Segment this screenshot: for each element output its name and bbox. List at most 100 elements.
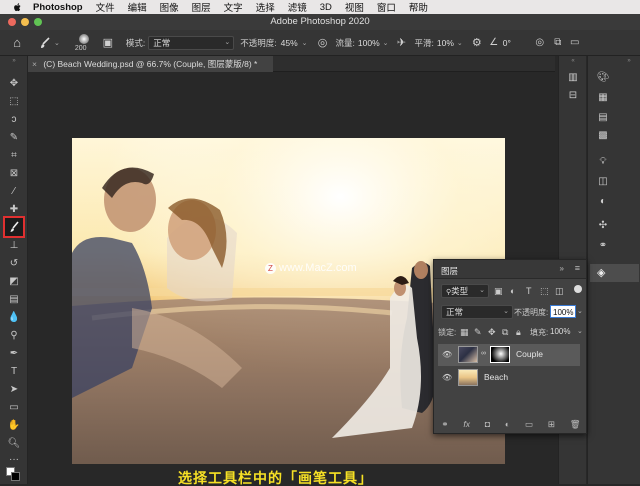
eraser-tool-icon[interactable]: ◩ (5, 274, 23, 289)
brush-tool-icon[interactable] (3, 216, 25, 238)
gradient-tool-icon[interactable]: ▤ (5, 292, 23, 307)
menu-window[interactable]: 窗口 (377, 0, 396, 14)
panel-toggle-icon[interactable]: ▭ (569, 37, 581, 48)
eye-icon[interactable]: 👁︎ (442, 373, 452, 383)
brush-size-picker[interactable]: 200 (72, 31, 96, 55)
mode-dropdown[interactable]: 正常 ⌄ (148, 35, 235, 50)
chevron-down-icon[interactable]: ⌄ (457, 39, 463, 47)
pen-tool-icon[interactable]: ✒ (5, 346, 23, 361)
chevron-down-icon[interactable]: ⌄ (383, 39, 389, 47)
tool-preset-picker[interactable]: ⌄ (38, 36, 60, 50)
filter-toggle-icon[interactable] (574, 285, 582, 293)
lock-all-icon[interactable]: 🔒︎ (516, 327, 521, 338)
quick-select-tool-icon[interactable]: ✎ (5, 130, 23, 145)
smooth-field[interactable]: 10% (437, 38, 454, 48)
eye-icon[interactable]: 👁︎ (442, 350, 452, 360)
opacity-field[interactable]: 45% (281, 38, 298, 48)
chevron-down-icon[interactable]: ⌄ (302, 39, 308, 47)
gradients-panel-icon[interactable]: ▤ (596, 112, 610, 126)
close-window-button[interactable] (8, 18, 16, 26)
layer-row-couple[interactable]: 👁︎ ∞ Couple (438, 344, 580, 366)
adjustments-panel-icon[interactable]: ◐ (596, 196, 610, 210)
new-group-icon[interactable]: ▭ (525, 419, 533, 430)
add-mask-icon[interactable]: ◘ (485, 419, 490, 429)
libraries-panel-icon[interactable]: ◫ (596, 176, 610, 190)
crop-tool-icon[interactable]: ⌗ (5, 148, 23, 163)
history-brush-tool-icon[interactable]: ↺ (5, 256, 23, 271)
eyedropper-tool-icon[interactable]: ⁄ (5, 184, 23, 199)
menu-select[interactable]: 选择 (256, 0, 275, 14)
new-layer-icon[interactable]: ⊞ (548, 419, 555, 430)
collapse-panel-icon[interactable]: » (560, 264, 564, 273)
filter-smart-object-icon[interactable]: ◫ (555, 286, 564, 297)
filter-adjustment-icon[interactable]: ◐ (510, 286, 515, 296)
menu-edit[interactable]: 编辑 (128, 0, 147, 14)
layer-row-beach[interactable]: 👁︎ Beach (438, 367, 580, 389)
marquee-tool-icon[interactable]: ⬚ (5, 94, 23, 109)
clone-stamp-tool-icon[interactable]: ⊥ (5, 238, 23, 253)
menu-help[interactable]: 帮助 (409, 0, 428, 14)
layer-mask-thumbnail[interactable] (490, 346, 510, 363)
layer-thumbnail[interactable] (458, 369, 478, 386)
filter-shape-icon[interactable]: ⬚ (540, 286, 549, 297)
menu-view[interactable]: 视图 (345, 0, 364, 14)
panel-menu-icon[interactable]: ≡ (575, 263, 580, 273)
angle-field[interactable]: 0° (503, 38, 529, 48)
menu-type[interactable]: 文字 (224, 0, 243, 14)
more-tools-icon[interactable]: ··· (5, 452, 23, 467)
apple-icon[interactable] (12, 2, 23, 13)
layer-opacity-field[interactable]: 100% (550, 305, 577, 318)
frame-tool-icon[interactable]: ⊠ (5, 166, 23, 181)
link-icon[interactable]: ∞ (481, 350, 486, 357)
properties-panel-icon[interactable]: ⊟ (566, 90, 580, 104)
chevron-down-icon[interactable]: ⌄ (577, 327, 583, 335)
lock-artboard-icon[interactable]: ⧉ (502, 327, 508, 338)
layer-thumbnail[interactable] (458, 346, 478, 363)
airbrush-icon[interactable]: ✈ (393, 36, 411, 49)
minimize-window-button[interactable] (21, 18, 29, 26)
type-tool-icon[interactable]: T (5, 364, 23, 379)
menu-image[interactable]: 图像 (160, 0, 179, 14)
flow-field[interactable]: 100% (358, 38, 380, 48)
rectangle-tool-icon[interactable]: ▭ (5, 400, 23, 415)
patterns-panel-icon[interactable]: ▩ (596, 130, 610, 144)
path-selection-tool-icon[interactable]: ➤ (5, 382, 23, 397)
layers-panel-tab[interactable]: ◈ (590, 264, 639, 282)
collapse-dock-icon[interactable]: » (622, 58, 636, 72)
document-tab[interactable]: × (C) Beach Wedding.psd @ 66.7% (Couple,… (28, 56, 273, 72)
fill-field[interactable]: 100% (550, 327, 570, 336)
menu-file[interactable]: 文件 (96, 0, 115, 14)
collapse-strip-icon[interactable]: « (566, 58, 580, 72)
menu-3d[interactable]: 3D (320, 2, 332, 13)
trash-icon[interactable]: 🗑︎ (570, 419, 581, 430)
lasso-tool-icon[interactable]: ↄ (5, 112, 23, 127)
zoom-tool-icon[interactable]: 🔍︎ (5, 436, 23, 451)
healing-brush-tool-icon[interactable]: ✚ (5, 202, 23, 217)
pressure-size-icon[interactable]: ◎ (533, 37, 547, 48)
history-panel-icon[interactable]: ▥ (566, 72, 580, 86)
hand-tool-icon[interactable]: ✋ (5, 418, 23, 433)
channels-panel-icon[interactable]: ⚭ (596, 240, 610, 254)
blend-mode-dropdown[interactable]: 正常 ⌄ (441, 305, 513, 319)
color-swatches-icon[interactable] (5, 466, 23, 481)
dodge-tool-icon[interactable]: ⚲ (5, 328, 23, 343)
color-panel-icon[interactable]: 🎨︎ (596, 72, 610, 86)
symmetry-icon[interactable]: ⧉ (551, 37, 565, 48)
fx-icon[interactable]: fx (463, 419, 470, 429)
link-layers-icon[interactable]: ⚭ (441, 419, 448, 430)
close-icon[interactable]: × (32, 59, 37, 69)
home-icon[interactable]: ⌂ (6, 35, 28, 50)
lock-position-icon[interactable]: ✥ (488, 327, 496, 338)
toolbar-collapse-icon[interactable]: » (5, 58, 23, 64)
layer-filter-dropdown[interactable]: ⚲类型 ⌄ (441, 284, 489, 298)
lock-pixels-icon[interactable]: ✎ (474, 327, 482, 338)
blur-tool-icon[interactable]: 💧 (5, 310, 23, 325)
gear-icon[interactable]: ⚙ (469, 36, 485, 49)
menu-layer[interactable]: 图层 (192, 0, 211, 14)
filter-type-icon[interactable]: T (526, 286, 532, 296)
adjustment-layer-icon[interactable]: ◐ (505, 419, 510, 429)
chevron-down-icon[interactable]: ⌄ (577, 307, 583, 315)
brush-settings-icon[interactable]: ▣ (100, 36, 116, 49)
zoom-window-button[interactable] (34, 18, 42, 26)
filter-pixel-icon[interactable]: ▣ (494, 286, 503, 297)
